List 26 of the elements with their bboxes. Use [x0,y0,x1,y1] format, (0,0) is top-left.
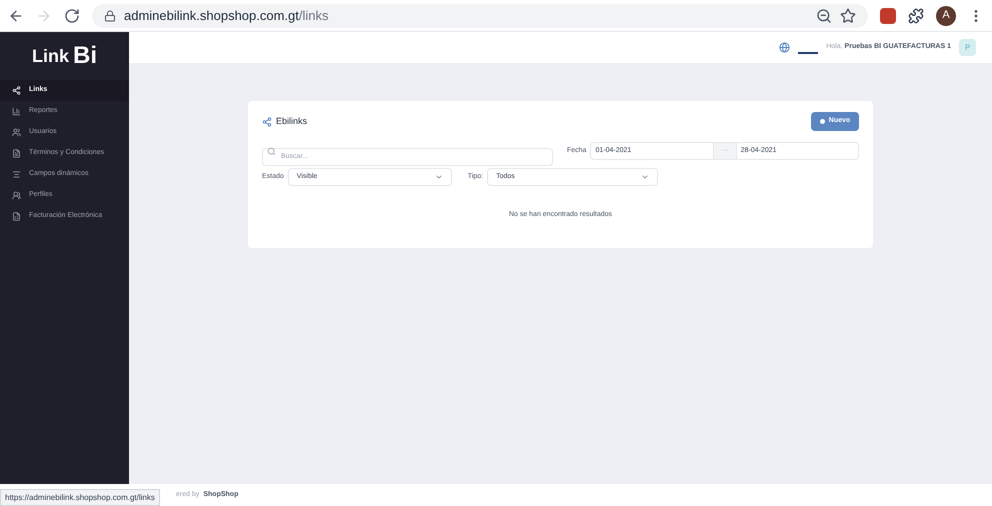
text-align-icon [12,170,21,179]
spreadsheet-icon [12,212,21,221]
share-icon [262,116,272,126]
pdf-extension-icon[interactable] [880,8,896,24]
card-title: Ebilinks [276,114,308,128]
bar-chart-icon [12,107,21,116]
search-icon [267,146,276,156]
globe-icon [779,42,790,53]
extensions-icon[interactable] [908,8,924,24]
reload-icon[interactable] [64,8,80,24]
zoom-icon[interactable] [816,8,832,24]
lock-icon [104,10,116,22]
status-bar-tooltip: https://adminebilink.shopshop.com.gt/links [0,489,160,506]
profile-avatar[interactable]: A [936,6,956,26]
share-icon [12,86,21,95]
logo-mark: Bi [73,44,97,68]
back-icon[interactable] [8,8,24,24]
logo-text: Link [32,44,69,68]
chevron-icon [434,173,443,181]
address-bar[interactable]: adminebilink.shopshop.com.gt/links [92,4,868,28]
users-icon [12,128,21,137]
document-icon [12,149,21,158]
chevron-icon [641,173,650,181]
url-text: adminebilink.shopshop.com.gt/links [124,6,330,25]
bookmark-star-icon[interactable] [840,8,856,24]
group-icon [12,191,21,200]
